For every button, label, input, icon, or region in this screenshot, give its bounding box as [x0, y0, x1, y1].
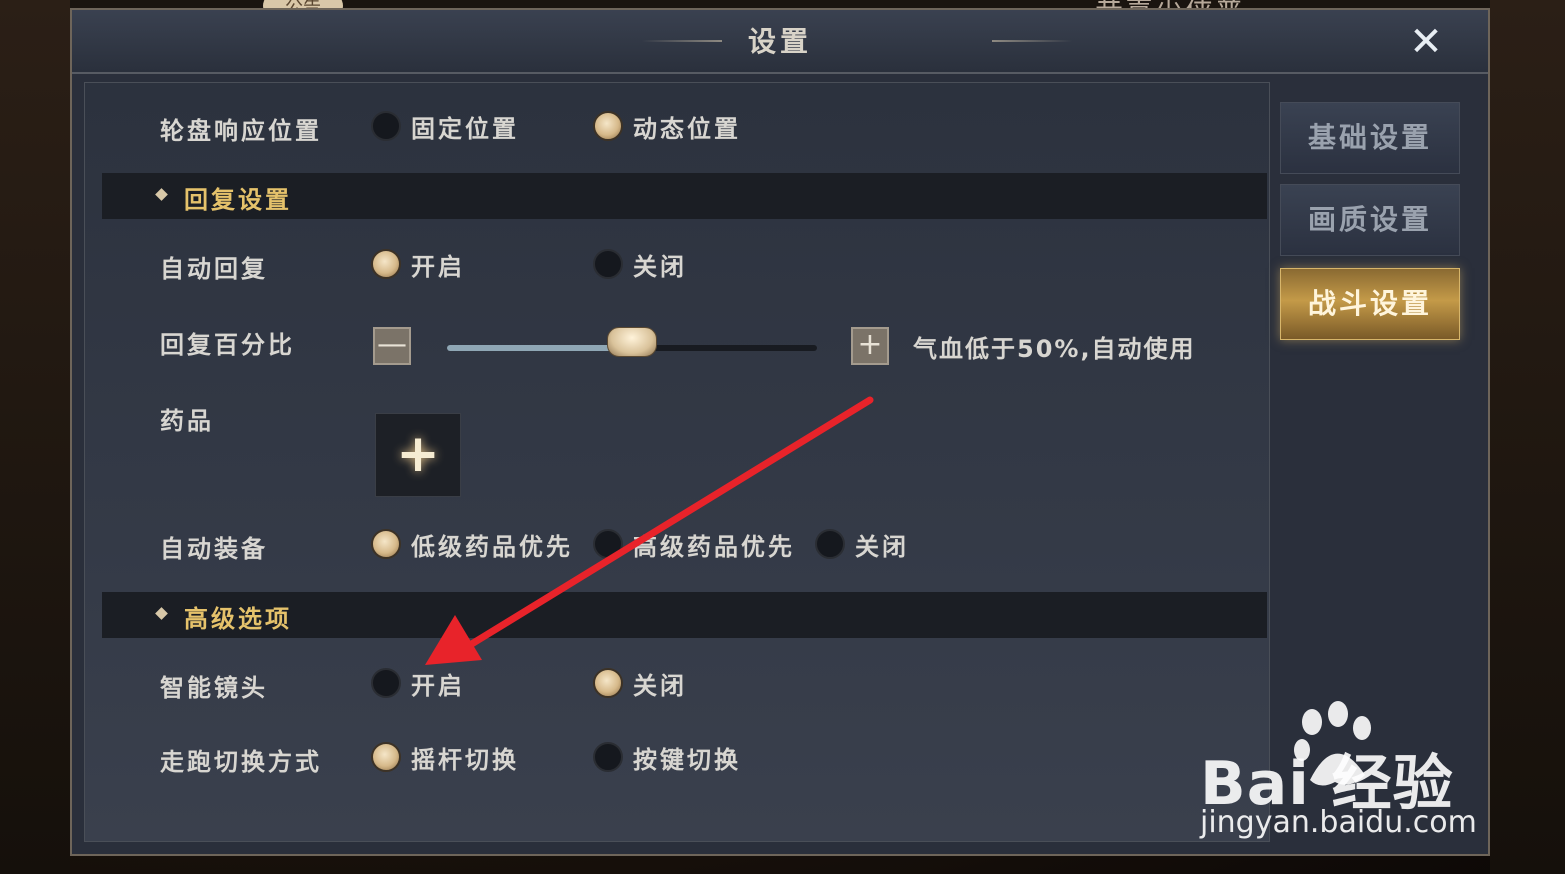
advanced-section-title: 高级选项 [184, 605, 292, 633]
run-switch-joystick-radio[interactable]: 摇杆切换 [371, 740, 519, 774]
auto-equip-off-radio[interactable]: 关闭 [815, 527, 909, 561]
add-medicine-button[interactable]: + [375, 413, 461, 497]
radio-label: 固定位置 [411, 114, 519, 143]
recovery-section-title: 回复设置 [184, 186, 292, 214]
auto-equip-high-radio[interactable]: 高级药品优先 [593, 527, 795, 561]
slider-handle[interactable] [607, 327, 657, 357]
auto-recover-label: 自动回复 [160, 255, 268, 283]
radio-dot [371, 742, 401, 772]
window-title: 设置 [747, 25, 812, 58]
diamond-icon [155, 607, 168, 620]
auto-recover-row: 自动回复 开启 关闭 [85, 243, 1269, 283]
run-switch-button-radio[interactable]: 按键切换 [593, 740, 741, 774]
recover-percent-hint: 气血低于50%,自动使用 [913, 335, 1196, 363]
wheel-position-label: 轮盘响应位置 [160, 117, 322, 145]
radio-dot [371, 668, 401, 698]
diamond-icon [155, 188, 168, 201]
radio-label: 开启 [411, 671, 465, 700]
background-right [1490, 0, 1565, 874]
radio-dot [593, 668, 623, 698]
run-switch-label: 走跑切换方式 [160, 748, 322, 776]
settings-window: 设置 ✕ 轮盘响应位置 固定位置 动态位置 回复设置 自动回复 开启 关闭 回复… [70, 8, 1490, 856]
run-switch-row: 走跑切换方式 摇杆切换 按键切换 [85, 736, 1269, 776]
auto-equip-low-radio[interactable]: 低级药品优先 [371, 527, 573, 561]
radio-dot [371, 249, 401, 279]
tab-combat-settings[interactable]: 战斗设置 [1280, 268, 1460, 340]
recover-percent-label: 回复百分比 [160, 331, 295, 359]
radio-label: 关闭 [633, 252, 687, 281]
increase-button[interactable]: + [851, 327, 889, 365]
auto-recover-off-radio[interactable]: 关闭 [593, 247, 687, 281]
smart-camera-off-radio[interactable]: 关闭 [593, 666, 687, 700]
radio-label: 高级药品优先 [633, 532, 795, 561]
smart-camera-label: 智能镜头 [160, 674, 268, 702]
close-icon[interactable]: ✕ [1402, 20, 1450, 64]
settings-panel: 轮盘响应位置 固定位置 动态位置 回复设置 自动回复 开启 关闭 回复百分比 —… [84, 82, 1270, 842]
radio-label: 关闭 [633, 671, 687, 700]
auto-equip-label: 自动装备 [160, 535, 268, 563]
radio-label: 低级药品优先 [411, 532, 573, 561]
decrease-button[interactable]: — [373, 327, 411, 365]
slider-fill [447, 345, 632, 351]
title-bar: 设置 ✕ [72, 10, 1488, 74]
radio-dot [593, 742, 623, 772]
radio-label: 开启 [411, 252, 465, 281]
tab-graphics-settings[interactable]: 画质设置 [1280, 184, 1460, 256]
radio-dot [371, 111, 401, 141]
radio-label: 按键切换 [633, 745, 741, 774]
radio-dot [815, 529, 845, 559]
radio-dot [371, 529, 401, 559]
title-ornament-right [992, 40, 1072, 42]
recovery-section-header: 回复设置 [102, 173, 1267, 219]
tab-basic-settings[interactable]: 基础设置 [1280, 102, 1460, 174]
medicine-label: 药品 [160, 407, 214, 435]
smart-camera-on-radio[interactable]: 开启 [371, 666, 465, 700]
auto-recover-on-radio[interactable]: 开启 [371, 247, 465, 281]
smart-camera-row: 智能镜头 开启 关闭 [85, 662, 1269, 702]
radio-label: 摇杆切换 [411, 745, 519, 774]
watermark-url: jingyan.baidu.com [1200, 805, 1477, 840]
advanced-section-header: 高级选项 [102, 592, 1267, 638]
wheel-position-row: 轮盘响应位置 固定位置 动态位置 [85, 105, 1269, 145]
wheel-position-dynamic-radio[interactable]: 动态位置 [593, 109, 741, 143]
radio-dot [593, 111, 623, 141]
radio-label: 动态位置 [633, 114, 741, 143]
wheel-position-fixed-radio[interactable]: 固定位置 [371, 109, 519, 143]
radio-dot [593, 529, 623, 559]
radio-label: 关闭 [855, 532, 909, 561]
radio-dot [593, 249, 623, 279]
background-left [0, 0, 70, 874]
auto-equip-row: 自动装备 低级药品优先 高级药品优先 关闭 [85, 523, 1269, 563]
